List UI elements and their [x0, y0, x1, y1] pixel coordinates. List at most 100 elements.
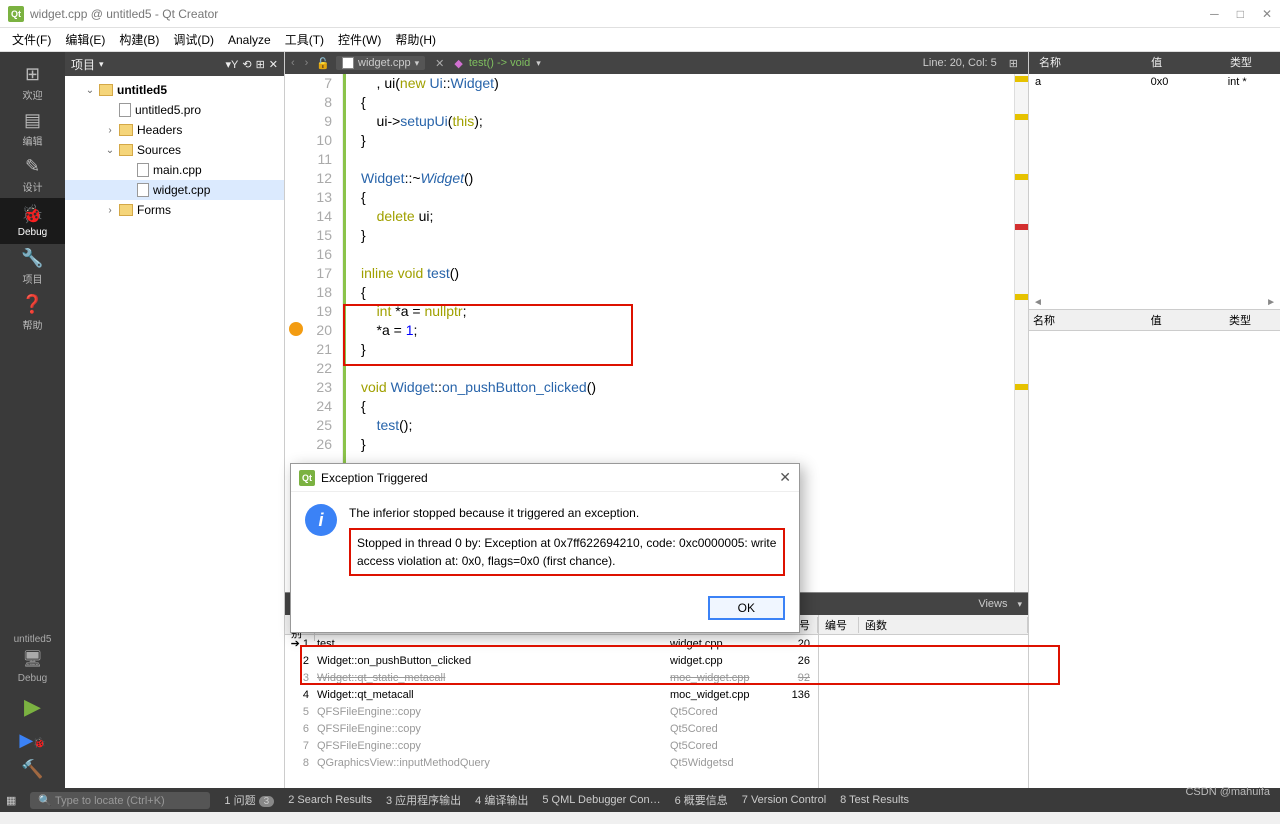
- dialog-title: Exception Triggered: [321, 471, 428, 485]
- menu-build[interactable]: 构建(B): [119, 31, 159, 48]
- project-panel: 项目 ▾ ▾Y ⟲ ⊞ ✕ ⌄untitled5 untitled5.pro ›…: [65, 52, 285, 788]
- ok-button[interactable]: OK: [708, 596, 785, 620]
- exception-dialog: Qt Exception Triggered ✕ i The inferior …: [290, 463, 800, 633]
- mode-welcome[interactable]: ⊞欢迎: [0, 60, 65, 106]
- window-title: widget.cpp @ untitled5 - Qt Creator: [30, 7, 218, 21]
- file-icon: [119, 103, 131, 117]
- dialog-titlebar: Qt Exception Triggered ✕: [291, 464, 799, 492]
- run-debug-button[interactable]: ▶🐞: [15, 726, 49, 755]
- mode-sidebar: ⊞欢迎 ▤编辑 ✎设计 🐞Debug 🔧项目 ❓帮助 untitled5 🖥 D…: [0, 52, 65, 788]
- mode-edit[interactable]: ▤编辑: [0, 106, 65, 152]
- menu-edit[interactable]: 编辑(E): [65, 31, 105, 48]
- menu-file[interactable]: 文件(F): [12, 31, 51, 48]
- menu-tools[interactable]: 工具(T): [285, 31, 324, 48]
- info-icon: i: [305, 504, 337, 536]
- menu-debug[interactable]: 调试(D): [173, 31, 214, 48]
- sb-issues[interactable]: 1 问题 3: [224, 792, 274, 808]
- stack-frame[interactable]: 3Widget::qt_static_metacallmoc_widget.cp…: [285, 669, 818, 686]
- tree-headers[interactable]: ›Headers: [65, 120, 284, 140]
- menubar: 文件(F) 编辑(E) 构建(B) 调试(D) Analyze 工具(T) 控件…: [0, 28, 1280, 52]
- bug-icon: 🐞: [21, 204, 43, 225]
- nav-back-icon[interactable]: ‹: [289, 57, 297, 69]
- sb-qml[interactable]: 5 QML Debugger Con…: [542, 794, 660, 806]
- open-file-tab[interactable]: widget.cpp▾: [336, 56, 425, 70]
- scroll-right-icon[interactable]: ►: [1262, 297, 1280, 308]
- call-stack-panel: 级别 函数 文件 行号 ➔ 1testwidget.cpp202Widget::…: [285, 615, 818, 788]
- sb-search[interactable]: 2 Search Results: [288, 794, 372, 806]
- cpp-icon: [137, 163, 149, 177]
- scroll-left-icon[interactable]: ◄: [1029, 297, 1047, 308]
- stack-frame[interactable]: 2Widget::on_pushButton_clickedwidget.cpp…: [285, 652, 818, 669]
- mode-projects[interactable]: 🔧项目: [0, 244, 65, 290]
- edit-icon: ▤: [24, 110, 41, 131]
- mode-help[interactable]: ❓帮助: [0, 290, 65, 336]
- output-toggle-icon[interactable]: ▦: [6, 794, 16, 807]
- mode-debug[interactable]: 🐞Debug: [0, 198, 65, 244]
- menu-help[interactable]: 帮助(H): [395, 31, 436, 48]
- sb-general[interactable]: 6 概要信息: [675, 792, 728, 808]
- overview-scrollbar[interactable]: [1014, 74, 1028, 592]
- expressions-header: 名称 值 类型: [1029, 309, 1280, 331]
- change-indicator: [343, 74, 346, 474]
- filter-icon[interactable]: ▾Y: [225, 58, 238, 71]
- menu-analyze[interactable]: Analyze: [228, 33, 271, 47]
- stack-frame[interactable]: 4Widget::qt_metacallmoc_widget.cpp136: [285, 686, 818, 703]
- close-panel-icon[interactable]: ✕: [269, 58, 278, 71]
- locals-header: 名称 值 类型: [1029, 52, 1280, 74]
- split-editor-icon[interactable]: ⊞: [1003, 57, 1024, 70]
- build-button[interactable]: 🔨: [21, 755, 43, 788]
- stack-frame[interactable]: 6QFSFileEngine::copyQt5Cored: [285, 720, 818, 737]
- cpp-icon: [137, 183, 149, 197]
- wrench-icon: 🔧: [21, 248, 43, 269]
- lock-icon[interactable]: 🔓: [316, 57, 330, 70]
- locator-input[interactable]: 🔍 Type to locate (Ctrl+K): [30, 792, 210, 809]
- qt-icon: Qt: [299, 470, 315, 486]
- watermark: CSDN @mahuifa: [1185, 786, 1270, 798]
- locals-row[interactable]: a 0x0 int *: [1029, 74, 1280, 90]
- project-panel-header: 项目 ▾ ▾Y ⟲ ⊞ ✕: [65, 52, 284, 76]
- folder-icon: [119, 144, 133, 156]
- tree-sources[interactable]: ⌄Sources: [65, 140, 284, 160]
- stack-frame[interactable]: ➔ 1testwidget.cpp20: [285, 635, 818, 652]
- sb-version[interactable]: 7 Version Control: [742, 794, 826, 806]
- cpp-icon: [342, 57, 354, 69]
- sb-tests[interactable]: 8 Test Results: [840, 794, 909, 806]
- split-icon[interactable]: ⊞: [256, 58, 265, 71]
- folder-icon: [119, 124, 133, 136]
- kit-selector[interactable]: untitled5 🖥 Debug: [10, 630, 56, 688]
- locals-panel: 名称 值 类型 a 0x0 int * ◄ ► 名称 值 类型: [1028, 52, 1280, 788]
- maximize-icon[interactable]: □: [1237, 7, 1244, 21]
- minimize-icon[interactable]: ─: [1210, 7, 1219, 21]
- folder-icon: [119, 204, 133, 216]
- exception-detail: Stopped in thread 0 by: Exception at 0x7…: [349, 528, 785, 576]
- tree-forms[interactable]: ›Forms: [65, 200, 284, 220]
- tree-project-root[interactable]: ⌄untitled5: [65, 80, 284, 100]
- sb-app-output[interactable]: 3 应用程序输出: [386, 792, 461, 808]
- center-area: ‹ › 🔓 widget.cpp▾ ✕ ◆ test() -> void ▾ L…: [285, 52, 1028, 788]
- current-line-marker: [289, 322, 303, 336]
- project-tree: ⌄untitled5 untitled5.pro ›Headers ⌄Sourc…: [65, 76, 284, 788]
- mode-design[interactable]: ✎设计: [0, 152, 65, 198]
- tree-pro-file[interactable]: untitled5.pro: [65, 100, 284, 120]
- close-icon[interactable]: ✕: [1262, 7, 1272, 21]
- stack-frame[interactable]: 7QFSFileEngine::copyQt5Cored: [285, 737, 818, 754]
- stack-frame[interactable]: 5QFSFileEngine::copyQt5Cored: [285, 703, 818, 720]
- sb-compile[interactable]: 4 编译输出: [475, 792, 528, 808]
- tree-widget-cpp[interactable]: widget.cpp: [65, 180, 284, 200]
- breakpoints-panel: 编号 函数: [818, 615, 1028, 788]
- run-button[interactable]: ▶: [18, 688, 47, 726]
- qt-icon: Qt: [8, 6, 24, 22]
- views-button[interactable]: Views: [978, 598, 1007, 610]
- symbol-selector[interactable]: test() -> void: [469, 57, 530, 69]
- stack-frame[interactable]: 8QGraphicsView::inputMethodQueryQt5Widge…: [285, 754, 818, 771]
- statusbar: ▦ 🔍 Type to locate (Ctrl+K) 1 问题 3 2 Sea…: [0, 788, 1280, 812]
- window-titlebar: Qt widget.cpp @ untitled5 - Qt Creator ─…: [0, 0, 1280, 28]
- close-file-icon[interactable]: ✕: [431, 57, 448, 70]
- link-icon[interactable]: ⟲: [242, 58, 251, 71]
- grid-icon: ⊞: [25, 64, 40, 85]
- menu-widgets[interactable]: 控件(W): [338, 31, 381, 48]
- tree-main-cpp[interactable]: main.cpp: [65, 160, 284, 180]
- dialog-close-icon[interactable]: ✕: [779, 469, 791, 486]
- folder-icon: [99, 84, 113, 96]
- nav-fwd-icon[interactable]: ›: [303, 57, 311, 69]
